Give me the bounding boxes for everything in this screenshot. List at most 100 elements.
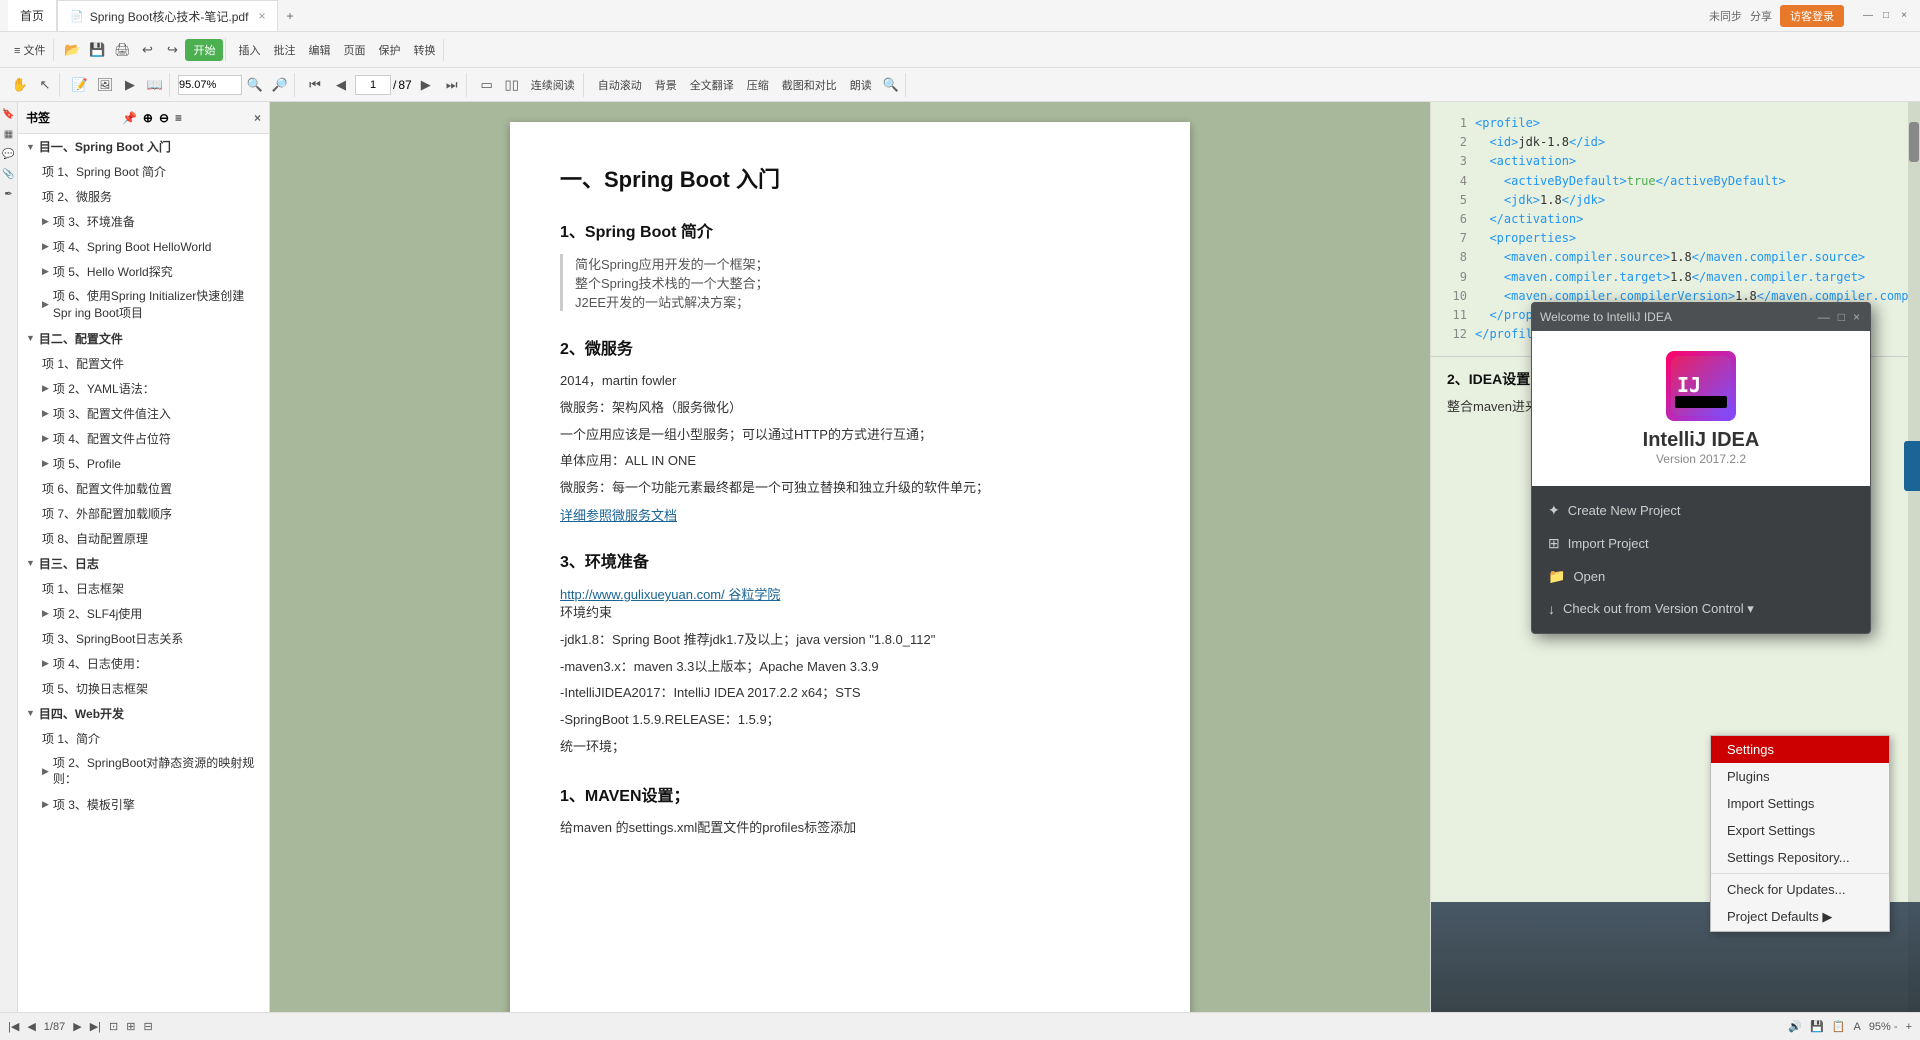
translate-btn[interactable]: 全文翻译 bbox=[684, 74, 740, 96]
status-fit-width[interactable]: ⊡ bbox=[109, 1020, 118, 1033]
tree-item-3-3[interactable]: 项 3、SpringBoot日志关系 bbox=[18, 626, 269, 651]
auto-scroll-btn[interactable]: 自动滚动 bbox=[592, 74, 648, 96]
idea-minimize-btn[interactable]: — bbox=[1816, 310, 1832, 324]
ctx-project-defaults[interactable]: Project Defaults ▶ bbox=[1711, 903, 1889, 931]
page-btn[interactable]: 页面 bbox=[337, 39, 371, 61]
zoom-out-btn[interactable]: 🔍 bbox=[243, 73, 267, 97]
comment-icon[interactable]: 💬 bbox=[1, 146, 17, 162]
tree-item-4[interactable]: ▼ 目四、Web开发 bbox=[18, 701, 269, 726]
new-tab-btn[interactable]: + bbox=[278, 5, 301, 27]
tree-item-1-3[interactable]: ▶ 项 3、环境准备 bbox=[18, 209, 269, 234]
right-scrollbar[interactable] bbox=[1908, 102, 1920, 1012]
ctx-check-updates[interactable]: Check for Updates... bbox=[1711, 876, 1889, 903]
attach-icon[interactable]: 📎 bbox=[1, 166, 17, 182]
tree-item-3-4[interactable]: ▶ 项 4、日志使用： bbox=[18, 651, 269, 676]
import-project-btn[interactable]: ⊞ Import Project bbox=[1532, 527, 1870, 560]
status-fit-page[interactable]: ⊞ bbox=[126, 1020, 135, 1033]
play-btn[interactable]: ▶ bbox=[118, 73, 142, 97]
close-btn[interactable]: × bbox=[1896, 8, 1912, 24]
tree-item-2-3[interactable]: ▶ 项 3、配置文件值注入 bbox=[18, 401, 269, 426]
idea-close-btn[interactable]: × bbox=[1851, 310, 1862, 324]
right-tab[interactable] bbox=[1904, 441, 1920, 491]
status-clipboard-icon[interactable]: 📋 bbox=[1832, 1020, 1846, 1033]
tree-item-2[interactable]: ▼ 目二、配置文件 bbox=[18, 326, 269, 351]
tree-item-4-3[interactable]: ▶ 项 3、模板引擎 bbox=[18, 792, 269, 817]
next-page-btn[interactable]: ▶ bbox=[414, 73, 438, 97]
microservice-link[interactable]: 详细参照微服务文档 bbox=[560, 508, 677, 523]
status-zoom-in[interactable]: + bbox=[1906, 1021, 1912, 1033]
search-btn[interactable]: 🔍 bbox=[879, 73, 903, 97]
checkout-btn[interactable]: ↓ Check out from Version Control ▾ bbox=[1532, 593, 1870, 625]
continuous-btn[interactable]: 连续阅读 bbox=[525, 74, 581, 96]
zoom-in-btn[interactable]: 🔎 bbox=[268, 73, 292, 97]
idea-maximize-btn[interactable]: □ bbox=[1836, 310, 1847, 324]
tree-item-2-2[interactable]: ▶ 项 2、YAML语法： bbox=[18, 376, 269, 401]
tree-item-3-2[interactable]: ▶ 项 2、SLF4j使用 bbox=[18, 601, 269, 626]
hand-btn[interactable]: ✋ bbox=[8, 73, 32, 97]
minimize-btn[interactable]: — bbox=[1860, 8, 1876, 24]
compress-btn[interactable]: 压缩 bbox=[741, 74, 775, 96]
status-save-icon[interactable]: 💾 bbox=[1810, 1020, 1824, 1033]
open-btn-idea[interactable]: 📁 Open bbox=[1532, 560, 1870, 593]
status-speaker-icon[interactable]: 🔊 bbox=[1788, 1020, 1802, 1033]
select-btn[interactable]: ↖ bbox=[33, 73, 57, 97]
tree-item-1-2[interactable]: 项 2、微服务 bbox=[18, 184, 269, 209]
convert-btn[interactable]: 转换 bbox=[407, 39, 441, 61]
pdf-tab[interactable]: 📄 Spring Boot核心技术-笔记.pdf × bbox=[57, 0, 278, 31]
tree-item-1-4[interactable]: ▶ 项 4、Spring Boot HelloWorld bbox=[18, 234, 269, 259]
sign-icon[interactable]: ✒ bbox=[1, 186, 17, 202]
guest-login-btn[interactable]: 访客登录 bbox=[1780, 5, 1844, 27]
redo-btn[interactable]: ↪ bbox=[160, 38, 184, 62]
bg-btn[interactable]: 背景 bbox=[649, 74, 683, 96]
tree-item-4-2[interactable]: ▶ 项 2、SpringBoot对静态资源的映射规则： bbox=[18, 751, 269, 793]
read-mode-btn[interactable]: 📖 bbox=[143, 73, 167, 97]
create-project-btn[interactable]: ✦ Create New Project bbox=[1532, 494, 1870, 527]
open-btn[interactable]: 📂 bbox=[60, 38, 84, 62]
tree-item-2-6[interactable]: 项 6、配置文件加载位置 bbox=[18, 476, 269, 501]
page-input[interactable] bbox=[355, 75, 391, 95]
menu-btn[interactable]: ≡ 文件 bbox=[8, 39, 51, 61]
tree-item-2-7[interactable]: 项 7、外部配置加载顺序 bbox=[18, 501, 269, 526]
tree-item-1-6[interactable]: ▶ 项 6、使用Spring Initializer快速创建Spr ing Bo… bbox=[18, 284, 269, 326]
tree-item-3-5[interactable]: 项 5、切换日志框架 bbox=[18, 676, 269, 701]
screenshot-btn[interactable]: 截图和对比 bbox=[776, 74, 843, 96]
print-btn[interactable]: 🖨 bbox=[110, 38, 134, 62]
ctx-settings[interactable]: Settings bbox=[1711, 736, 1889, 763]
tree-item-2-8[interactable]: 项 8、自动配置原理 bbox=[18, 526, 269, 551]
status-nav-last[interactable]: ▶| bbox=[90, 1020, 101, 1033]
tree-item-1-5[interactable]: ▶ 项 5、Hello World探究 bbox=[18, 259, 269, 284]
tree-item-3[interactable]: ▼ 目三、日志 bbox=[18, 551, 269, 576]
double-page-btn[interactable]: ▯▯ bbox=[500, 73, 524, 97]
last-page-btn[interactable]: ⏭ bbox=[440, 73, 464, 97]
sidebar-expand-btn[interactable]: ⊕ bbox=[143, 111, 153, 125]
share-btn[interactable]: 分享 bbox=[1750, 8, 1772, 24]
tree-item-1[interactable]: ▼ 目一、Spring Boot 入门 bbox=[18, 134, 269, 159]
sidebar-list-btn[interactable]: ≡ bbox=[175, 111, 182, 125]
save-btn[interactable]: 💾 bbox=[85, 38, 109, 62]
scrollbar-thumb[interactable] bbox=[1909, 122, 1919, 162]
pdf-img-btn[interactable]: 🖼 bbox=[93, 73, 117, 97]
start-btn[interactable]: 开始 bbox=[185, 39, 223, 61]
ctx-import-settings[interactable]: Import Settings bbox=[1711, 790, 1889, 817]
insert-btn[interactable]: 插入 bbox=[232, 39, 266, 61]
tree-item-2-4[interactable]: ▶ 项 4、配置文件占位符 bbox=[18, 426, 269, 451]
read-aloud-btn[interactable]: 朗读 bbox=[844, 74, 878, 96]
status-fit-height[interactable]: ⊟ bbox=[143, 1020, 152, 1033]
sidebar-pin-btn[interactable]: 📌 bbox=[122, 111, 137, 125]
ctx-plugins[interactable]: Plugins bbox=[1711, 763, 1889, 790]
tree-item-1-1[interactable]: 项 1、Spring Boot 简介 bbox=[18, 159, 269, 184]
tree-item-2-5[interactable]: ▶ 项 5、Profile bbox=[18, 451, 269, 476]
ctx-export-settings[interactable]: Export Settings bbox=[1711, 817, 1889, 844]
status-nav-prev[interactable]: ◀ bbox=[27, 1020, 35, 1033]
status-nav-next[interactable]: ▶ bbox=[73, 1020, 81, 1033]
status-font-icon[interactable]: A bbox=[1853, 1021, 1860, 1033]
pdf-office-btn[interactable]: 📝 bbox=[68, 73, 92, 97]
single-page-btn[interactable]: ▭ bbox=[475, 73, 499, 97]
sidebar-close-btn[interactable]: × bbox=[254, 111, 261, 125]
status-nav-first[interactable]: |◀ bbox=[8, 1020, 19, 1033]
maximize-btn[interactable]: □ bbox=[1878, 8, 1894, 24]
ctx-settings-repo[interactable]: Settings Repository... bbox=[1711, 844, 1889, 871]
academy-link[interactable]: http://www.gulixueyuan.com/ 谷粒学院 bbox=[560, 587, 780, 602]
tab-close-btn[interactable]: × bbox=[258, 9, 265, 23]
undo-btn[interactable]: ↩ bbox=[135, 38, 159, 62]
